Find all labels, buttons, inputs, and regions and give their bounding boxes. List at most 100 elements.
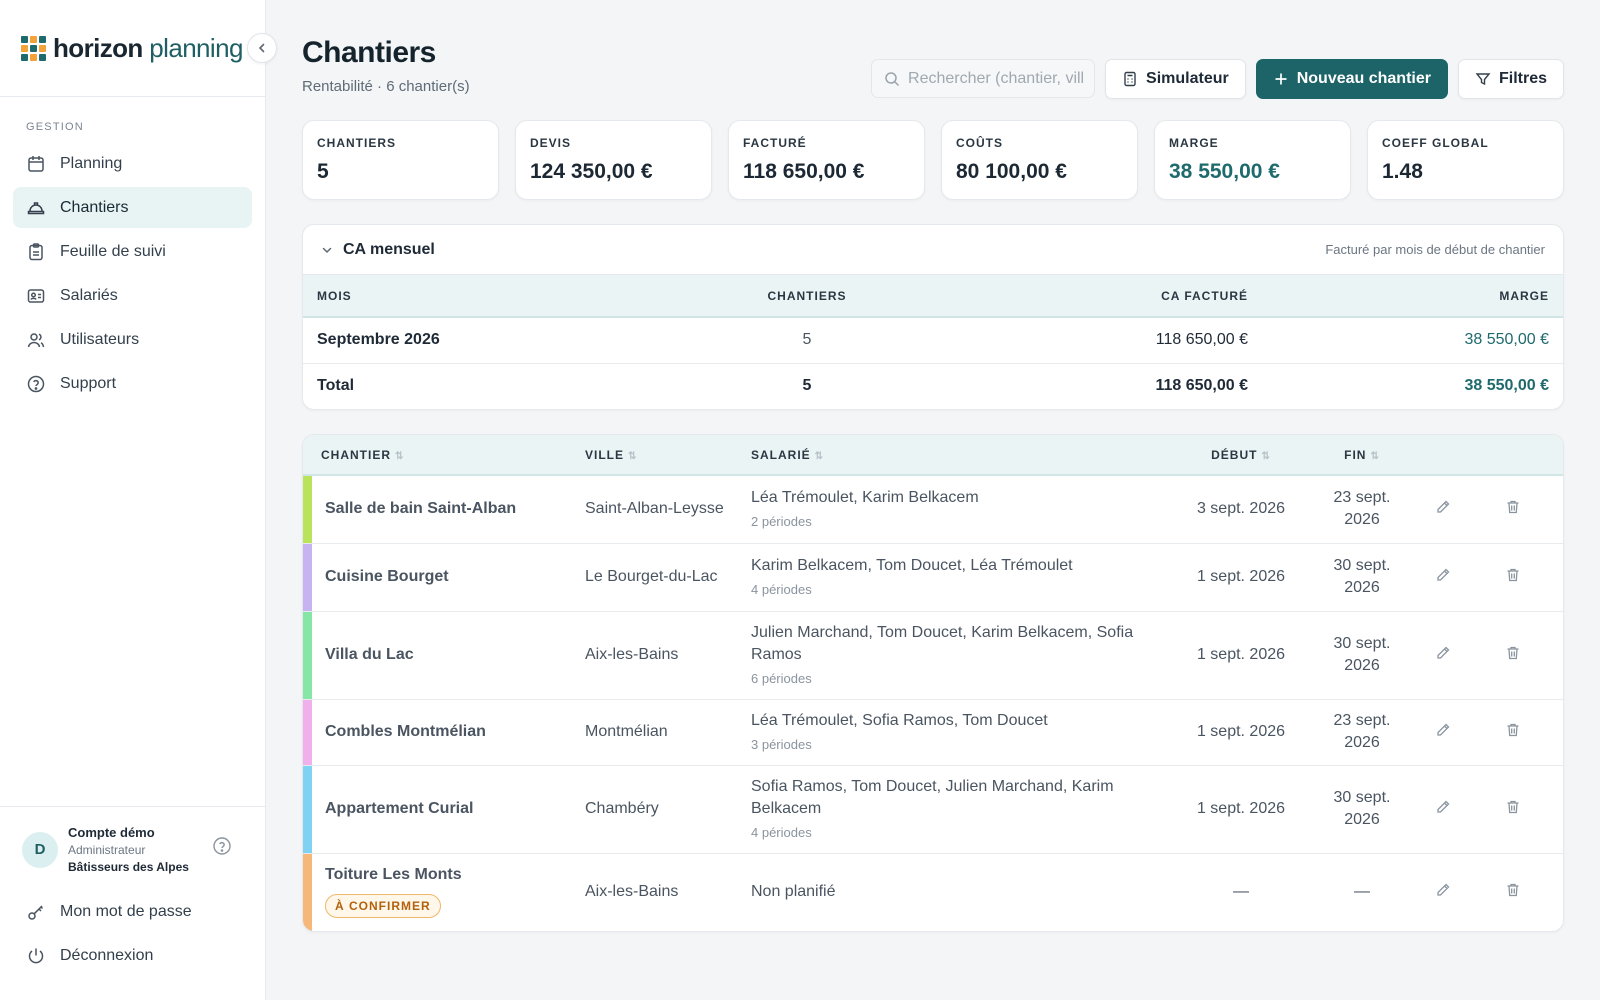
new-chantier-button[interactable]: Nouveau chantier	[1255, 59, 1448, 99]
sidebar-item-salaries[interactable]: Salariés	[13, 275, 252, 316]
sidebar-item-planning[interactable]: Planning	[13, 143, 252, 184]
cell-chantier[interactable]: Villa du Lac	[312, 611, 585, 700]
delete-button[interactable]	[1463, 853, 1563, 931]
cell-chantier[interactable]: Cuisine Bourget	[312, 543, 585, 612]
cell-fin: 30 sept. 2026	[1301, 611, 1423, 700]
kpi-label: CHANTIERS	[317, 136, 397, 150]
delete-button[interactable]	[1463, 543, 1563, 612]
column-header-chantier[interactable]: CHANTIER ⇅	[312, 435, 585, 476]
cell-fin: 30 sept. 2026	[1301, 765, 1423, 854]
cell-salarie: Julien Marchand, Tom Doucet, Karim Belka…	[751, 611, 1181, 700]
sort-icon[interactable]: ⇅	[815, 451, 824, 462]
users-icon	[27, 332, 45, 347]
column-header-debut[interactable]: DÉBUT ⇅	[1181, 435, 1301, 476]
password-link[interactable]: Mon mot de passe	[13, 892, 252, 932]
pencil-icon	[1437, 568, 1450, 581]
edit-button[interactable]	[1423, 699, 1463, 766]
sort-icon[interactable]: ⇅	[1370, 451, 1379, 462]
calculator-icon	[1124, 71, 1136, 87]
sidebar-item-chantiers[interactable]: Chantiers	[13, 187, 252, 228]
delete-button[interactable]	[1463, 699, 1563, 766]
sidebar-item-label: Salariés	[60, 286, 118, 304]
kpi-value: 118 650,00 €	[743, 160, 865, 183]
column-header-marge: MARGE	[1248, 275, 1563, 318]
edit-button[interactable]	[1423, 611, 1463, 700]
status-badge: À CONFIRMER	[325, 894, 441, 919]
sort-icon[interactable]: ⇅	[628, 451, 637, 462]
kpi-value: 38 550,00 €	[1169, 160, 1280, 183]
cell-chantier[interactable]: Salle de bain Saint-Alban	[312, 475, 585, 544]
cell-ville: Montmélian	[585, 699, 751, 766]
table-row[interactable]: Toiture Les Monts À CONFIRMER Aix-les-Bain…	[303, 853, 1563, 931]
trash-icon	[1507, 723, 1519, 736]
table-row[interactable]: Villa du Lac Aix-les-Bains Julien Marchand…	[303, 611, 1563, 700]
kpi-label: FACTURÉ	[743, 136, 807, 150]
row-color-stripe	[303, 543, 312, 612]
edit-button[interactable]	[1423, 543, 1463, 612]
cell-chantier[interactable]: Appartement Curial	[312, 765, 585, 854]
ca-mensuel-header[interactable]: CA mensuel Facturé par mois de début de …	[303, 225, 1563, 275]
column-header-fin[interactable]: FIN ⇅	[1301, 435, 1423, 476]
account-organization: Bâtisseurs des Alpes	[68, 860, 189, 874]
kpi-value: 5	[317, 160, 329, 183]
kpi-card-facture: FACTURÉ 118 650,00 €	[728, 120, 925, 200]
sidebar-item-feuille-de-suivi[interactable]: Feuille de suivi	[13, 231, 252, 272]
filters-label: Filtres	[1498, 70, 1547, 87]
salaries-list: Sofia Ramos, Tom Doucet, Julien Marchand…	[751, 777, 1114, 817]
periodes-count: 6 périodes	[751, 671, 812, 687]
cell-ville: Aix-les-Bains	[585, 611, 751, 700]
periodes-count: 4 périodes	[751, 582, 812, 598]
edit-button[interactable]	[1423, 853, 1463, 931]
salaries-list: Léa Trémoulet, Sofia Ramos, Tom Doucet	[751, 711, 1048, 729]
filters-button[interactable]: Filtres	[1457, 59, 1564, 99]
cell-salarie: Léa Trémoulet, Karim Belkacem 2 périodes	[751, 475, 1181, 544]
new-chantier-label: Nouveau chantier	[1296, 70, 1431, 87]
sidebar-item-utilisateurs[interactable]: Utilisateurs	[13, 319, 252, 360]
table-row[interactable]: Cuisine Bourget Le Bourget-du-Lac Karim Be…	[303, 543, 1563, 612]
periodes-count: 2 périodes	[751, 514, 812, 530]
help-circle-icon[interactable]	[212, 836, 232, 856]
account-name: Compte démo	[68, 825, 155, 840]
cell-salarie: Karim Belkacem, Tom Doucet, Léa Trémoule…	[751, 543, 1181, 612]
trash-icon	[1507, 800, 1519, 813]
cell-salarie: Non planifié	[751, 853, 1181, 931]
table-row[interactable]: Salle de bain Saint-Alban Saint-Alban-Ley…	[303, 475, 1563, 544]
main-nav: GESTION Planning Chantiers Feuille de su…	[0, 97, 265, 407]
search-input[interactable]: Rechercher (chantier, vill	[871, 59, 1096, 98]
delete-button[interactable]	[1463, 475, 1563, 544]
sidebar-item-label: Feuille de suivi	[60, 242, 166, 260]
brand: horizon planning	[0, 0, 277, 97]
power-icon	[28, 948, 44, 964]
cell-debut: 3 sept. 2026	[1181, 475, 1301, 544]
sort-icon[interactable]: ⇅	[1261, 451, 1270, 462]
sidebar-item-label: Chantiers	[60, 198, 129, 216]
table-row[interactable]: Appartement Curial Chambéry Sofia Ramos, T…	[303, 765, 1563, 854]
cell-total-marge: 38 550,00 €	[1464, 377, 1549, 395]
cell-fin: 23 sept. 2026	[1301, 699, 1423, 766]
cell-marge: 38 550,00 €	[1248, 317, 1563, 364]
logout-link[interactable]: Déconnexion	[13, 936, 252, 976]
simulator-button[interactable]: Simulateur	[1105, 59, 1246, 99]
cell-chantier[interactable]: Combles Montmélian	[312, 699, 585, 766]
delete-button[interactable]	[1463, 765, 1563, 854]
column-header-salarie[interactable]: SALARIÉ ⇅	[751, 435, 1181, 476]
edit-button[interactable]	[1423, 765, 1463, 854]
edit-button[interactable]	[1423, 475, 1463, 544]
delete-button[interactable]	[1463, 611, 1563, 700]
column-header-ville[interactable]: VILLE ⇅	[585, 435, 751, 476]
simulator-label: Simulateur	[1146, 70, 1229, 87]
sidebar-item-support[interactable]: Support	[13, 363, 252, 404]
chevron-down-icon[interactable]	[321, 244, 333, 256]
sort-icon[interactable]: ⇅	[395, 451, 404, 462]
trash-icon	[1507, 883, 1519, 896]
sidebar-footer: D Compte démo Administrateur Bâtisseurs …	[0, 806, 265, 1000]
cell-debut: 1 sept. 2026	[1181, 611, 1301, 700]
row-color-stripe	[303, 765, 312, 854]
cell-ville: Chambéry	[585, 765, 751, 854]
nav-group-label: GESTION	[26, 121, 84, 133]
periodes-count: 4 périodes	[751, 825, 812, 841]
cell-chantier[interactable]: Toiture Les Monts À CONFIRMER	[312, 853, 585, 931]
key-icon	[28, 905, 44, 920]
table-row[interactable]: Combles Montmélian Montmélian Léa Trémoule…	[303, 699, 1563, 766]
trash-icon	[1507, 646, 1519, 659]
